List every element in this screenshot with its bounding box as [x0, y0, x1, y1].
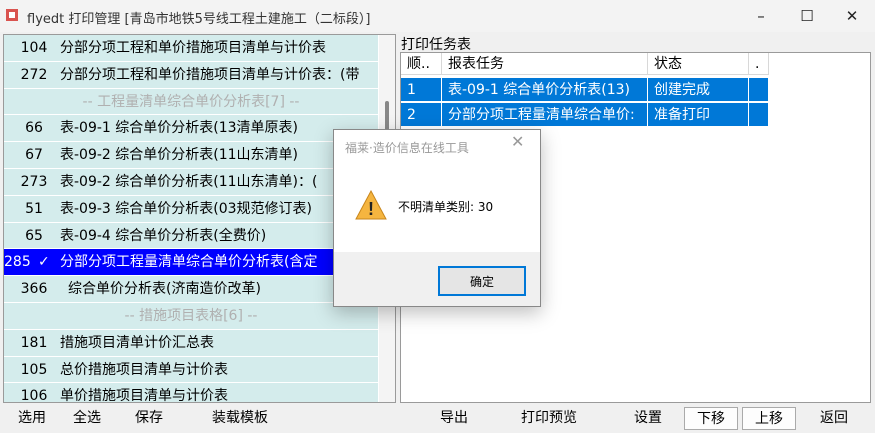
column-header-status[interactable]: 状态	[648, 53, 749, 75]
minimize-button[interactable]: –	[738, 0, 784, 32]
report-id: 67	[25, 147, 43, 164]
list-item[interactable]: 67 表-09-2 综合单价分析表(11山东清单)	[4, 142, 378, 169]
select-all-button[interactable]: 全选	[71, 407, 103, 430]
report-id: 104	[20, 40, 48, 56]
report-name: 表-09-3 综合单价分析表(03规范修订表)	[60, 200, 313, 217]
back-button[interactable]: 返回	[818, 407, 850, 430]
table-row[interactable]: 2 分部分项工程量清单综合单价: 准备打印	[401, 103, 769, 127]
task-table-title: 打印任务表	[401, 37, 471, 53]
message-dialog: 福莱·造价信息在线工具 ✕ ! 不明清单类别: 30 确定	[333, 129, 541, 307]
move-down-button[interactable]: 下移	[684, 407, 738, 430]
dialog-message: 不明清单类别: 30	[398, 200, 494, 214]
cell-seq: 2	[401, 103, 442, 127]
move-up-button[interactable]: 上移	[742, 407, 796, 430]
list-item[interactable]: 65 表-09-4 综合单价分析表(全费价)	[4, 222, 378, 250]
table-row[interactable]: 1 表-09-1 综合单价分析表(13) 创建完成	[401, 78, 769, 102]
print-preview-button[interactable]: 打印预览	[518, 407, 580, 430]
list-item[interactable]: 273 表-09-2 综合单价分析表(11山东清单)：(	[4, 168, 378, 196]
warning-icon: !	[355, 190, 387, 220]
report-id: 285	[4, 254, 31, 271]
export-button[interactable]: 导出	[438, 407, 470, 430]
report-name: 综合单价分析表(济南造价改革)	[68, 281, 261, 298]
list-item[interactable]: 106 单价措施项目清单与计价表	[4, 383, 378, 403]
report-id: 66	[25, 120, 43, 137]
report-name: 措施项目清单计价汇总表	[60, 334, 214, 351]
cell-extra	[749, 103, 769, 127]
report-name: 表-09-2 综合单价分析表(11山东清单)：(	[60, 173, 318, 190]
check-icon: ✓	[38, 254, 50, 271]
report-name: 分部分项工程和单价措施项目清单与计价表：(带	[60, 66, 360, 83]
list-item[interactable]: 51 表-09-3 综合单价分析表(03规范修订表)	[4, 195, 378, 223]
report-id: 51	[25, 200, 43, 217]
group-title: -- 工程量清单综合单价分析表[7] --	[82, 93, 300, 110]
group-title: -- 措施项目表格[6] --	[124, 307, 258, 324]
report-name: 表-09-2 综合单价分析表(11山东清单)	[60, 147, 299, 164]
settings-button[interactable]: 设置	[632, 407, 664, 430]
report-name: 分部分项工程量清单综合单价分析表(含定	[60, 254, 318, 271]
report-id: 65	[25, 227, 43, 244]
report-name: 表-09-1 综合单价分析表(13清单原表)	[60, 120, 299, 137]
list-item[interactable]: 105 总价措施项目清单与计价表	[4, 356, 378, 384]
report-id: 105	[20, 361, 48, 378]
app-icon	[6, 9, 18, 21]
list-item[interactable]: 66 表-09-1 综合单价分析表(13清单原表)	[4, 115, 378, 143]
report-id: 366	[20, 281, 48, 298]
select-button[interactable]: 选用	[16, 407, 48, 430]
list-item[interactable]: 181 措施项目清单计价汇总表	[4, 329, 378, 357]
report-name: 总价措施项目清单与计价表	[60, 361, 228, 378]
load-template-button[interactable]: 装载模板	[209, 407, 271, 430]
dialog-close-button[interactable]: ✕	[511, 132, 524, 151]
window-title: flyedt 打印管理 [青岛市地铁5号线工程土建施工（二标段）]	[27, 12, 371, 27]
cell-extra	[749, 78, 769, 102]
report-id: 272	[20, 66, 48, 83]
cell-task: 表-09-1 综合单价分析表(13)	[442, 78, 648, 102]
maximize-button[interactable]: ☐	[784, 0, 830, 32]
cell-task: 分部分项工程量清单综合单价:	[442, 103, 648, 127]
bottom-toolbar: 选用 全选 保存 装载模板 导出 打印预览 设置 下移 上移 返回	[0, 404, 875, 433]
report-id: 273	[20, 173, 48, 190]
column-header-extra[interactable]: .	[749, 53, 769, 75]
column-header-task[interactable]: 报表任务	[442, 53, 648, 75]
group-header: -- 措施项目表格[6] --	[4, 302, 378, 330]
close-button[interactable]: ✕	[829, 0, 875, 32]
list-item[interactable]: 272 分部分项工程和单价措施项目清单与计价表：(带	[4, 61, 378, 89]
column-header-seq[interactable]: 顺..	[401, 53, 442, 75]
cell-seq: 1	[401, 78, 442, 102]
save-button[interactable]: 保存	[133, 407, 165, 430]
report-name: 单价措施项目清单与计价表	[60, 388, 228, 403]
group-header: -- 工程量清单综合单价分析表[7] --	[4, 88, 378, 116]
list-item[interactable]: 104 分部分项工程和单价措施项目清单与计价表	[4, 35, 378, 62]
title-bar: flyedt 打印管理 [青岛市地铁5号线工程土建施工（二标段）] – ☐ ✕	[0, 0, 875, 32]
list-item-selected[interactable]: 285 ✓ 分部分项工程量清单综合单价分析表(含定	[4, 249, 378, 277]
report-id: 106	[20, 388, 48, 403]
ok-button[interactable]: 确定	[438, 266, 526, 296]
dialog-title: 福莱·造价信息在线工具	[345, 141, 469, 155]
dialog-footer: 确定	[334, 252, 540, 306]
report-list: 104 分部分项工程和单价措施项目清单与计价表 272 分部分项工程和单价措施项…	[4, 35, 378, 403]
cell-status: 创建完成	[648, 78, 749, 102]
report-name: 表-09-4 综合单价分析表(全费价)	[60, 227, 267, 244]
report-id: 181	[20, 334, 48, 351]
cell-status: 准备打印	[648, 103, 749, 127]
warning-glyph: !	[368, 199, 374, 219]
list-item[interactable]: 366 综合单价分析表(济南造价改革)	[4, 276, 378, 303]
report-name: 分部分项工程和单价措施项目清单与计价表	[60, 40, 326, 56]
